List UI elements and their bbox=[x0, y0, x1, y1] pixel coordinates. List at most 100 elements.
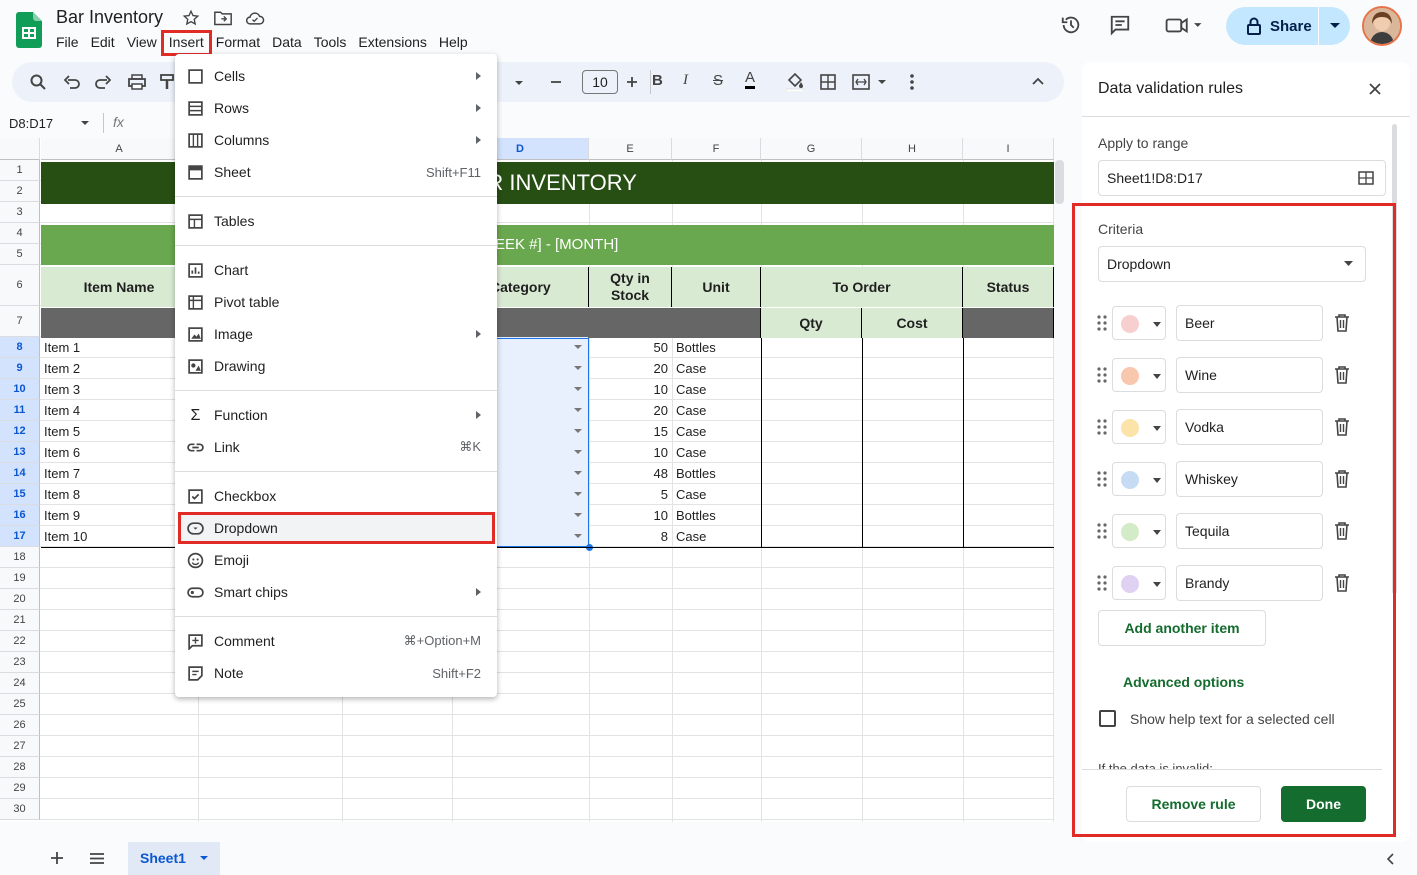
row-header[interactable]: 28 bbox=[0, 757, 40, 778]
item-name-cell[interactable]: Item 9 bbox=[44, 508, 80, 523]
row-header[interactable]: 17 bbox=[0, 526, 40, 547]
font-size-input[interactable]: 10 bbox=[582, 70, 618, 94]
qty-in-stock-cell[interactable]: 50 bbox=[589, 340, 668, 355]
share-button[interactable]: Share bbox=[1226, 7, 1350, 45]
item-name-cell[interactable]: Item 5 bbox=[44, 424, 80, 439]
close-icon[interactable] bbox=[1368, 82, 1382, 96]
name-box-dropdown-icon[interactable] bbox=[81, 121, 89, 125]
increase-font-icon[interactable] bbox=[626, 74, 638, 90]
undo-icon[interactable] bbox=[64, 74, 80, 90]
row-header[interactable]: 1 bbox=[0, 160, 40, 181]
menu-item-image[interactable]: Image bbox=[175, 318, 497, 350]
font-dropdown-icon[interactable] bbox=[515, 81, 523, 85]
row-header[interactable]: 2 bbox=[0, 181, 40, 202]
unit-cell[interactable]: Case bbox=[676, 382, 706, 397]
borders-icon[interactable] bbox=[820, 74, 836, 90]
range-input[interactable]: Sheet1!D8:D17 bbox=[1098, 160, 1386, 196]
row-header[interactable]: 25 bbox=[0, 694, 40, 715]
menu-item-dropdown[interactable]: Dropdown bbox=[178, 512, 495, 544]
row-header[interactable]: 4 bbox=[0, 223, 40, 244]
qty-in-stock-cell[interactable]: 10 bbox=[589, 382, 668, 397]
menu-item-chart[interactable]: Chart bbox=[175, 254, 497, 286]
column-header-i[interactable]: I bbox=[963, 138, 1054, 160]
row-header[interactable]: 3 bbox=[0, 202, 40, 223]
row-header[interactable]: 11 bbox=[0, 400, 40, 421]
bold-icon[interactable]: B bbox=[652, 72, 663, 89]
meet-icon[interactable] bbox=[1163, 14, 1205, 36]
menu-item-comment[interactable]: Comment ⌘+Option+M bbox=[175, 625, 497, 657]
item-name-cell[interactable]: Item 8 bbox=[44, 487, 80, 502]
menu-format[interactable]: Format bbox=[210, 32, 266, 54]
spreadsheet-grid[interactable]: A B C D E F G H I 1234567891011121314151… bbox=[0, 138, 1054, 822]
item-name-cell[interactable]: Item 4 bbox=[44, 403, 80, 418]
menu-view[interactable]: View bbox=[121, 32, 163, 54]
print-icon[interactable] bbox=[128, 74, 146, 90]
menu-item-sheet[interactable]: Sheet Shift+F11 bbox=[175, 156, 497, 188]
add-sheet-icon[interactable] bbox=[51, 852, 63, 864]
user-avatar[interactable] bbox=[1362, 6, 1402, 46]
header-status[interactable]: Status bbox=[963, 267, 1054, 307]
menu-item-note[interactable]: Note Shift+F2 bbox=[175, 657, 497, 689]
menu-item-pivot-table[interactable]: Pivot table bbox=[175, 286, 497, 318]
menu-file[interactable]: File bbox=[50, 32, 85, 54]
item-name-cell[interactable]: Item 3 bbox=[44, 382, 80, 397]
row-header[interactable]: 14 bbox=[0, 463, 40, 484]
move-folder-icon[interactable] bbox=[213, 9, 233, 27]
version-history-icon[interactable] bbox=[1060, 14, 1082, 36]
menu-item-drawing[interactable]: Drawing bbox=[175, 350, 497, 382]
all-sheets-icon[interactable] bbox=[90, 853, 104, 864]
menu-item-columns[interactable]: Columns bbox=[175, 124, 497, 156]
item-name-cell[interactable]: Item 7 bbox=[44, 466, 80, 481]
row-header[interactable]: 19 bbox=[0, 568, 40, 589]
row-header[interactable]: 13 bbox=[0, 442, 40, 463]
unit-cell[interactable]: Bottles bbox=[676, 508, 716, 523]
column-header-g[interactable]: G bbox=[761, 138, 862, 160]
select-range-icon[interactable] bbox=[1358, 171, 1374, 185]
unit-cell[interactable]: Case bbox=[676, 361, 706, 376]
header-qty-in-stock[interactable]: Qty in Stock bbox=[589, 267, 672, 307]
menu-item-rows[interactable]: Rows bbox=[175, 92, 497, 124]
qty-in-stock-cell[interactable]: 10 bbox=[589, 445, 668, 460]
row-header[interactable]: 6 bbox=[0, 265, 40, 306]
menu-insert[interactable]: Insert bbox=[160, 30, 212, 56]
menu-item-checkbox[interactable]: Checkbox bbox=[175, 480, 497, 512]
row-header[interactable]: 8 bbox=[0, 337, 40, 358]
menu-help[interactable]: Help bbox=[433, 32, 474, 54]
row-header[interactable]: 5 bbox=[0, 244, 40, 265]
qty-in-stock-cell[interactable]: 8 bbox=[589, 529, 668, 544]
header-to-order[interactable]: To Order bbox=[761, 267, 963, 307]
search-icon[interactable] bbox=[30, 74, 46, 90]
row-header[interactable]: 20 bbox=[0, 589, 40, 610]
row-header[interactable]: 26 bbox=[0, 715, 40, 736]
unit-cell[interactable]: Case bbox=[676, 403, 706, 418]
row-header[interactable]: 9 bbox=[0, 358, 40, 379]
decrease-font-icon[interactable] bbox=[550, 74, 562, 90]
menu-tools[interactable]: Tools bbox=[308, 32, 353, 54]
row-header[interactable]: 21 bbox=[0, 610, 40, 631]
unit-cell[interactable]: Bottles bbox=[676, 466, 716, 481]
share-dropdown-icon[interactable] bbox=[1319, 23, 1350, 29]
redo-icon[interactable] bbox=[95, 74, 111, 90]
vertical-scrollbar[interactable] bbox=[1055, 160, 1064, 204]
unit-cell[interactable]: Case bbox=[676, 487, 706, 502]
row-header[interactable]: 30 bbox=[0, 799, 40, 820]
qty-in-stock-cell[interactable]: 5 bbox=[589, 487, 668, 502]
fill-color-icon[interactable] bbox=[786, 72, 804, 92]
sheet-tab-sheet1[interactable]: Sheet1 bbox=[128, 842, 220, 875]
row-header[interactable]: 27 bbox=[0, 736, 40, 757]
cloud-saved-icon[interactable] bbox=[245, 9, 265, 27]
qty-in-stock-cell[interactable]: 10 bbox=[589, 508, 668, 523]
merge-cells-icon[interactable] bbox=[852, 74, 888, 90]
header-unit[interactable]: Unit bbox=[672, 267, 761, 307]
header-qty[interactable]: Qty bbox=[761, 308, 862, 338]
menu-item-link[interactable]: Link ⌘K bbox=[175, 431, 497, 463]
document-title[interactable]: Bar Inventory bbox=[56, 7, 163, 28]
row-header[interactable]: 7 bbox=[0, 306, 40, 337]
row-header[interactable]: 23 bbox=[0, 652, 40, 673]
column-header-f[interactable]: F bbox=[672, 138, 761, 160]
qty-in-stock-cell[interactable]: 15 bbox=[589, 424, 668, 439]
unit-cell[interactable]: Case bbox=[676, 529, 706, 544]
unit-cell[interactable]: Case bbox=[676, 445, 706, 460]
item-name-cell[interactable]: Item 6 bbox=[44, 445, 80, 460]
item-name-cell[interactable]: Item 10 bbox=[44, 529, 87, 544]
